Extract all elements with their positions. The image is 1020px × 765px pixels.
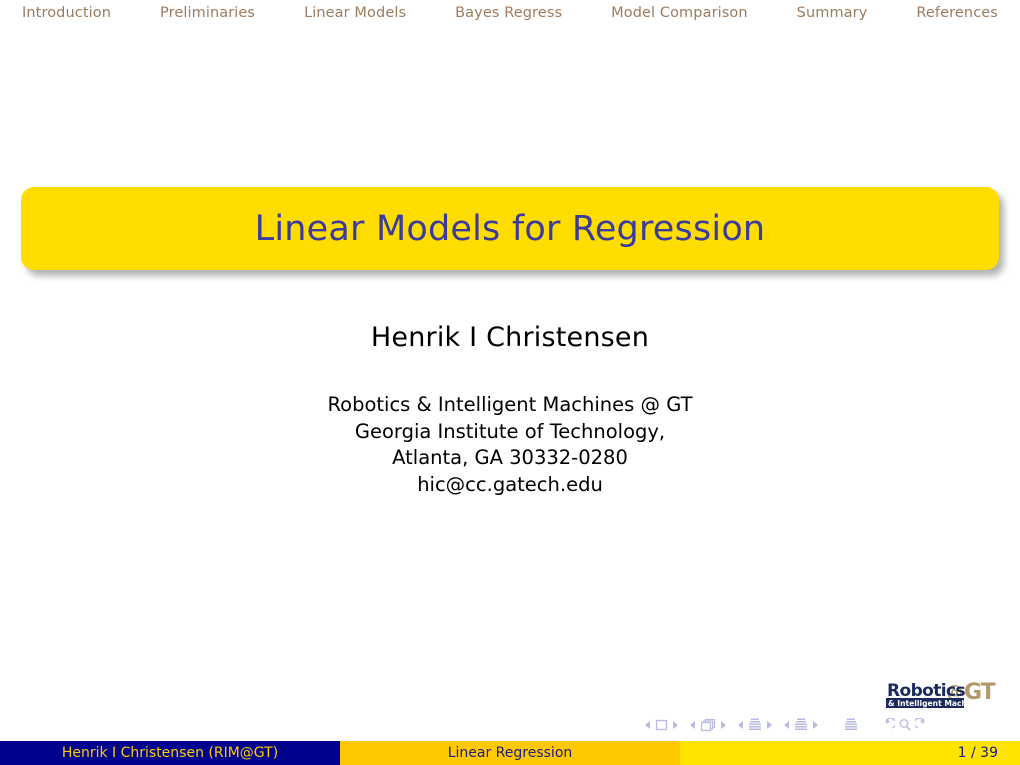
institute-line-university: Georgia Institute of Technology,	[354, 419, 666, 443]
author-name: Henrik I Christensen	[370, 322, 650, 353]
previous-subsection-icon[interactable]	[738, 721, 743, 729]
previous-frame-icon[interactable]	[690, 721, 695, 729]
rim-gt-logo-icon: GT @ Robotics & Intelligent Machines	[886, 680, 997, 708]
previous-slide-icon[interactable]	[645, 721, 650, 729]
section-navigation-bar: Introduction Preliminaries Linear Models…	[0, 0, 1020, 26]
presentation-icon[interactable]	[844, 718, 858, 732]
page-title: Linear Models for Regression	[254, 208, 766, 249]
nav-item-linear-models[interactable]: Linear Models	[304, 5, 406, 21]
institute-block: Robotics & Intelligent Machines @ GT Geo…	[0, 392, 1020, 498]
section-icon[interactable]	[794, 718, 808, 732]
nav-item-preliminaries[interactable]: Preliminaries	[160, 5, 255, 21]
rim-gt-logo: GT @ Robotics & Intelligent Machines	[886, 678, 1008, 709]
next-subsection-icon[interactable]	[767, 721, 772, 729]
nav-item-introduction[interactable]: Introduction	[22, 5, 111, 21]
next-slide-icon[interactable]	[673, 721, 678, 729]
next-section-icon[interactable]	[813, 721, 818, 729]
slide-footer: Henrik I Christensen (RIM@GT) Linear Reg…	[0, 741, 1020, 765]
footer-page-number: 1 / 39	[680, 741, 1020, 765]
nav-item-model-comparison[interactable]: Model Comparison	[611, 5, 748, 21]
footer-title: Linear Regression	[340, 741, 680, 765]
next-frame-icon[interactable]	[721, 721, 726, 729]
frame-icon[interactable]	[700, 718, 716, 732]
go-forward-icon[interactable]	[915, 718, 930, 732]
institute-line-email: hic@cc.gatech.edu	[417, 472, 603, 496]
nav-group-section	[784, 718, 818, 732]
nav-group-presentation	[844, 718, 858, 732]
title-box: Linear Models for Regression	[21, 187, 999, 270]
nav-group-subsection	[738, 718, 772, 732]
beamer-navigation-symbols[interactable]	[645, 713, 990, 737]
svg-text:& Intelligent Machines: & Intelligent Machines	[888, 699, 985, 708]
search-icon[interactable]	[898, 718, 912, 732]
institute-line-organization: Robotics & Intelligent Machines @ GT	[327, 393, 693, 416]
nav-group-frame	[690, 718, 726, 732]
subsection-icon[interactable]	[748, 718, 762, 732]
title-block: Linear Models for Regression	[21, 187, 999, 270]
footer-author: Henrik I Christensen (RIM@GT)	[0, 741, 340, 765]
nav-item-bayes-regress[interactable]: Bayes Regress	[455, 5, 562, 21]
nav-item-references[interactable]: References	[916, 5, 998, 21]
nav-group-history	[880, 718, 930, 732]
nav-group-slide	[645, 719, 678, 731]
slide-icon[interactable]	[655, 719, 668, 731]
nav-item-summary[interactable]: Summary	[797, 5, 868, 21]
go-back-icon[interactable]	[880, 718, 895, 732]
institute-line-address: Atlanta, GA 30332-0280	[392, 446, 628, 469]
previous-section-icon[interactable]	[784, 721, 789, 729]
